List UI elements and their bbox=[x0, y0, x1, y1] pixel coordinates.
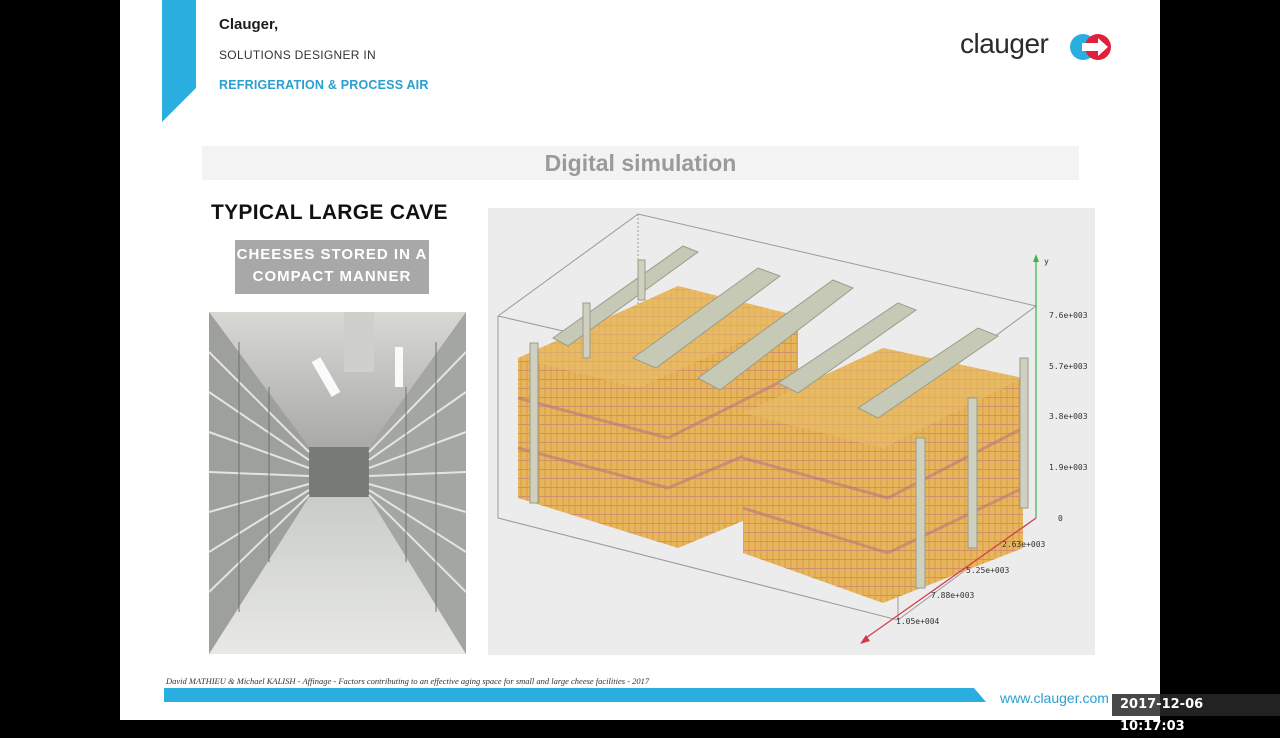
y-tick-label: 1.9e+003 bbox=[1049, 463, 1088, 472]
z-tick-label: 5.25e+003 bbox=[966, 566, 1010, 575]
z-tick-label: 7.88e+003 bbox=[931, 591, 975, 600]
slide-title: Digital simulation bbox=[544, 150, 737, 176]
tagline-line1: SOLUTIONS DESIGNER IN bbox=[219, 48, 376, 62]
cave-title: TYPICAL LARGE CAVE bbox=[211, 201, 448, 224]
y-tick-label: 7.6e+003 bbox=[1049, 311, 1088, 320]
y-tick-label: 0 bbox=[1058, 514, 1063, 523]
cheese-storage-label: CHEESES STORED IN A COMPACT MANNER bbox=[235, 240, 429, 294]
simulation-render: y 7.6e+003 5.7e+003 3.8e+003 1.9e+003 0 … bbox=[488, 208, 1095, 655]
logo-wordmark: clauger bbox=[960, 28, 1049, 59]
cheese-label-line2: COMPACT MANNER bbox=[252, 268, 412, 285]
z-tick-label: 2.63e+003 bbox=[1002, 540, 1046, 549]
presentation-slide: Clauger, SOLUTIONS DESIGNER IN REFRIGERA… bbox=[120, 0, 1160, 720]
clauger-logo: clauger bbox=[960, 28, 1120, 68]
z-tick-label: 1.05e+004 bbox=[896, 617, 940, 626]
cave-photo bbox=[209, 312, 466, 654]
section-banner: Digital simulation bbox=[202, 146, 1079, 180]
video-timestamp: 2017-12-06 10:17:03 bbox=[1112, 694, 1280, 734]
y-tick-label: 3.8e+003 bbox=[1049, 412, 1088, 421]
cheese-label-line1: CHEESES STORED IN A bbox=[236, 246, 428, 263]
y-axis-name: y bbox=[1044, 257, 1049, 266]
y-tick-label: 5.7e+003 bbox=[1049, 362, 1088, 371]
arrow-circle-logo-icon bbox=[1070, 34, 1111, 60]
y-axis-ticks: 7.6e+003 5.7e+003 3.8e+003 1.9e+003 0 bbox=[1049, 311, 1088, 523]
corner-accent-shape bbox=[162, 0, 196, 122]
tagline-line2: REFRIGERATION & PROCESS AIR bbox=[219, 78, 429, 92]
company-name: Clauger, bbox=[219, 16, 279, 33]
website-link[interactable]: www.clauger.com bbox=[1000, 690, 1109, 706]
footer-accent-bar bbox=[164, 688, 986, 702]
citation-reference: David MATHIEU & Michael KALISH - Affinag… bbox=[166, 676, 650, 686]
